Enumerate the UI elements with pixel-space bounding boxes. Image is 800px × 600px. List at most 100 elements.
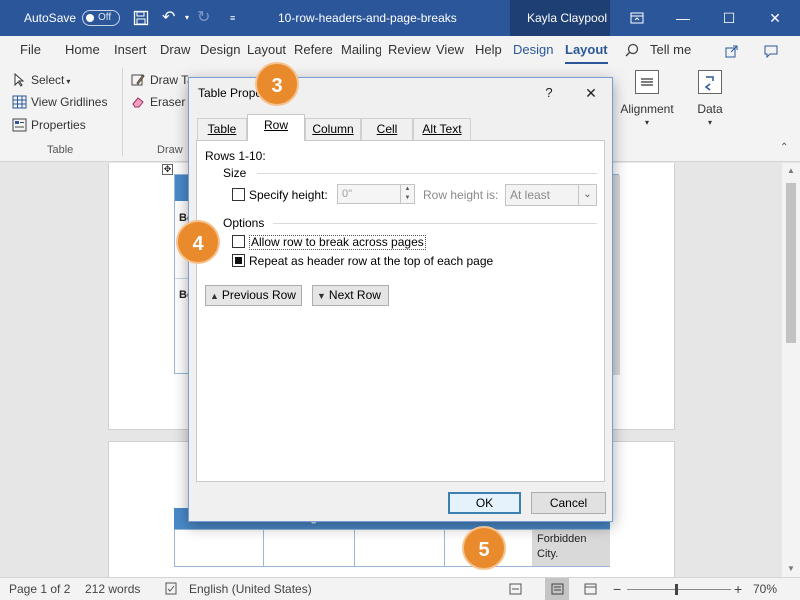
- properties-button[interactable]: Properties: [12, 115, 86, 135]
- next-row-button[interactable]: ▼ Next Row: [312, 285, 389, 306]
- select-button[interactable]: Select ▾: [12, 70, 70, 90]
- vertical-scrollbar[interactable]: ▲ ▼: [782, 163, 800, 577]
- word-count[interactable]: 212 words: [85, 578, 140, 600]
- scrollbar-thumb[interactable]: [786, 183, 796, 343]
- tab-mailings[interactable]: Mailings: [341, 36, 381, 64]
- focus-mode-icon[interactable]: [509, 578, 523, 600]
- ok-button[interactable]: OK: [448, 492, 521, 514]
- triangle-down-icon: ▼: [317, 291, 326, 301]
- tell-me-field[interactable]: Tell me: [650, 36, 691, 64]
- zoom-out-icon[interactable]: −: [613, 578, 621, 600]
- share-icon[interactable]: [715, 39, 749, 61]
- select-dropdown-icon: ▾: [66, 77, 71, 86]
- maximize-icon[interactable]: ☐: [706, 0, 752, 36]
- language[interactable]: English (United States): [189, 578, 312, 600]
- print-layout-icon[interactable]: [584, 578, 598, 600]
- save-icon[interactable]: [133, 0, 151, 36]
- zoom-slider-thumb[interactable]: [675, 584, 678, 595]
- allow-break-label[interactable]: Allow row to break across pages: [249, 235, 426, 250]
- close-window-icon[interactable]: ✕: [752, 0, 798, 36]
- cursor-icon: [12, 72, 28, 87]
- tab-view[interactable]: View: [436, 36, 464, 64]
- tab-file[interactable]: File: [20, 36, 41, 64]
- repeat-header-label[interactable]: Repeat as header row at the top of each …: [249, 254, 493, 268]
- zoom-level[interactable]: 70%: [753, 578, 777, 600]
- close-icon[interactable]: ✕: [579, 82, 603, 104]
- data-icon: [698, 70, 722, 94]
- title-bar: AutoSave Off ↶ ▾ ↻ ≡ 10-row-headers-and-…: [0, 0, 800, 36]
- row-height-is-label: Row height is:: [423, 188, 499, 202]
- properties-label: Properties: [31, 118, 86, 132]
- scroll-down-icon[interactable]: ▼: [782, 561, 800, 577]
- eraser-label: Eraser: [150, 95, 186, 109]
- redo-icon[interactable]: ↻: [197, 0, 219, 36]
- data-dropdown-icon: ▾: [707, 118, 712, 127]
- tab-table-layout[interactable]: Layout: [565, 36, 608, 64]
- table-cell: Forbidden City.: [532, 530, 610, 566]
- search-icon[interactable]: [625, 36, 641, 64]
- tab-row[interactable]: Row: [247, 114, 305, 141]
- autosave-toggle[interactable]: Off: [82, 10, 120, 26]
- autosave-state: Off: [98, 12, 112, 23]
- data-button[interactable]: Data ▾: [690, 70, 730, 127]
- undo-dropdown-icon[interactable]: ▾: [185, 0, 195, 36]
- customize-toolbar-icon[interactable]: ≡: [230, 0, 240, 36]
- ribbon-display-icon[interactable]: [614, 0, 660, 36]
- comments-icon[interactable]: [754, 39, 788, 61]
- zoom-in-icon[interactable]: +: [734, 578, 742, 600]
- rows-label: Rows 1-10:: [205, 149, 266, 163]
- draw-table-button[interactable]: Draw Table: [131, 70, 189, 90]
- account-area[interactable]: Kayla Claypool: [510, 0, 610, 36]
- help-button[interactable]: ?: [539, 82, 559, 104]
- ribbon-tab-bar: File Home Insert Draw Design Layout Refe…: [0, 36, 800, 64]
- view-gridlines-button[interactable]: View Gridlines: [12, 92, 107, 112]
- document-title: 10-row-headers-and-page-breaks: [278, 11, 457, 25]
- read-mode-icon[interactable]: [545, 578, 569, 600]
- tab-design[interactable]: Design: [200, 36, 240, 64]
- tab-table-design[interactable]: Design: [513, 36, 553, 64]
- tab-table[interactable]: Table: [197, 118, 247, 140]
- tab-home[interactable]: Home: [65, 36, 100, 64]
- step-callout-5: 5: [462, 526, 506, 570]
- tab-column[interactable]: Column: [305, 118, 361, 140]
- height-value: 0": [342, 188, 353, 200]
- tab-help[interactable]: Help: [475, 36, 502, 64]
- height-spinner[interactable]: 0" ▲ ▼: [337, 184, 415, 204]
- group-divider: [122, 68, 123, 156]
- draw-group-label: Draw: [157, 144, 183, 156]
- table-group-label: Table: [47, 144, 74, 156]
- draw-table-label: Draw Table: [150, 73, 189, 87]
- repeat-header-checkbox[interactable]: [232, 254, 245, 267]
- previous-row-button[interactable]: ▲ Previous Row: [205, 285, 302, 306]
- tab-cell[interactable]: Cell: [361, 118, 413, 140]
- tab-insert[interactable]: Insert: [114, 36, 147, 64]
- cancel-button[interactable]: Cancel: [531, 492, 606, 514]
- proofing-icon[interactable]: [165, 578, 179, 600]
- table-row: Forbidden City.: [174, 529, 610, 567]
- minimize-icon[interactable]: —: [660, 0, 706, 36]
- zoom-slider[interactable]: [627, 589, 731, 590]
- row-height-dropdown[interactable]: At least ⌄: [505, 184, 597, 206]
- spinner-arrows-icon[interactable]: ▲ ▼: [400, 185, 414, 203]
- collapse-ribbon-icon[interactable]: ⌃: [780, 142, 788, 153]
- page-count[interactable]: Page 1 of 2: [9, 578, 70, 600]
- gridlines-icon: [12, 95, 28, 109]
- view-gridlines-label: View Gridlines: [31, 95, 108, 109]
- scroll-up-icon[interactable]: ▲: [782, 163, 800, 179]
- pencil-icon: [131, 73, 147, 87]
- tab-draw[interactable]: Draw: [160, 36, 190, 64]
- tab-references[interactable]: References: [294, 36, 332, 64]
- tab-alt-text[interactable]: Alt Text: [413, 118, 471, 140]
- specify-height-checkbox[interactable]: [232, 188, 245, 201]
- alignment-button[interactable]: Alignment ▾: [618, 70, 676, 127]
- data-label: Data: [697, 102, 723, 116]
- eraser-button[interactable]: Eraser: [131, 92, 185, 112]
- tab-layout[interactable]: Layout: [247, 36, 286, 64]
- table-move-handle-icon[interactable]: ✥: [162, 164, 173, 175]
- options-section-label: Options: [223, 216, 265, 230]
- alignment-label: Alignment: [620, 102, 674, 116]
- undo-icon[interactable]: ↶: [162, 0, 184, 36]
- tab-review[interactable]: Review: [388, 36, 431, 64]
- alignment-icon: [635, 70, 659, 94]
- allow-break-checkbox[interactable]: [232, 235, 245, 248]
